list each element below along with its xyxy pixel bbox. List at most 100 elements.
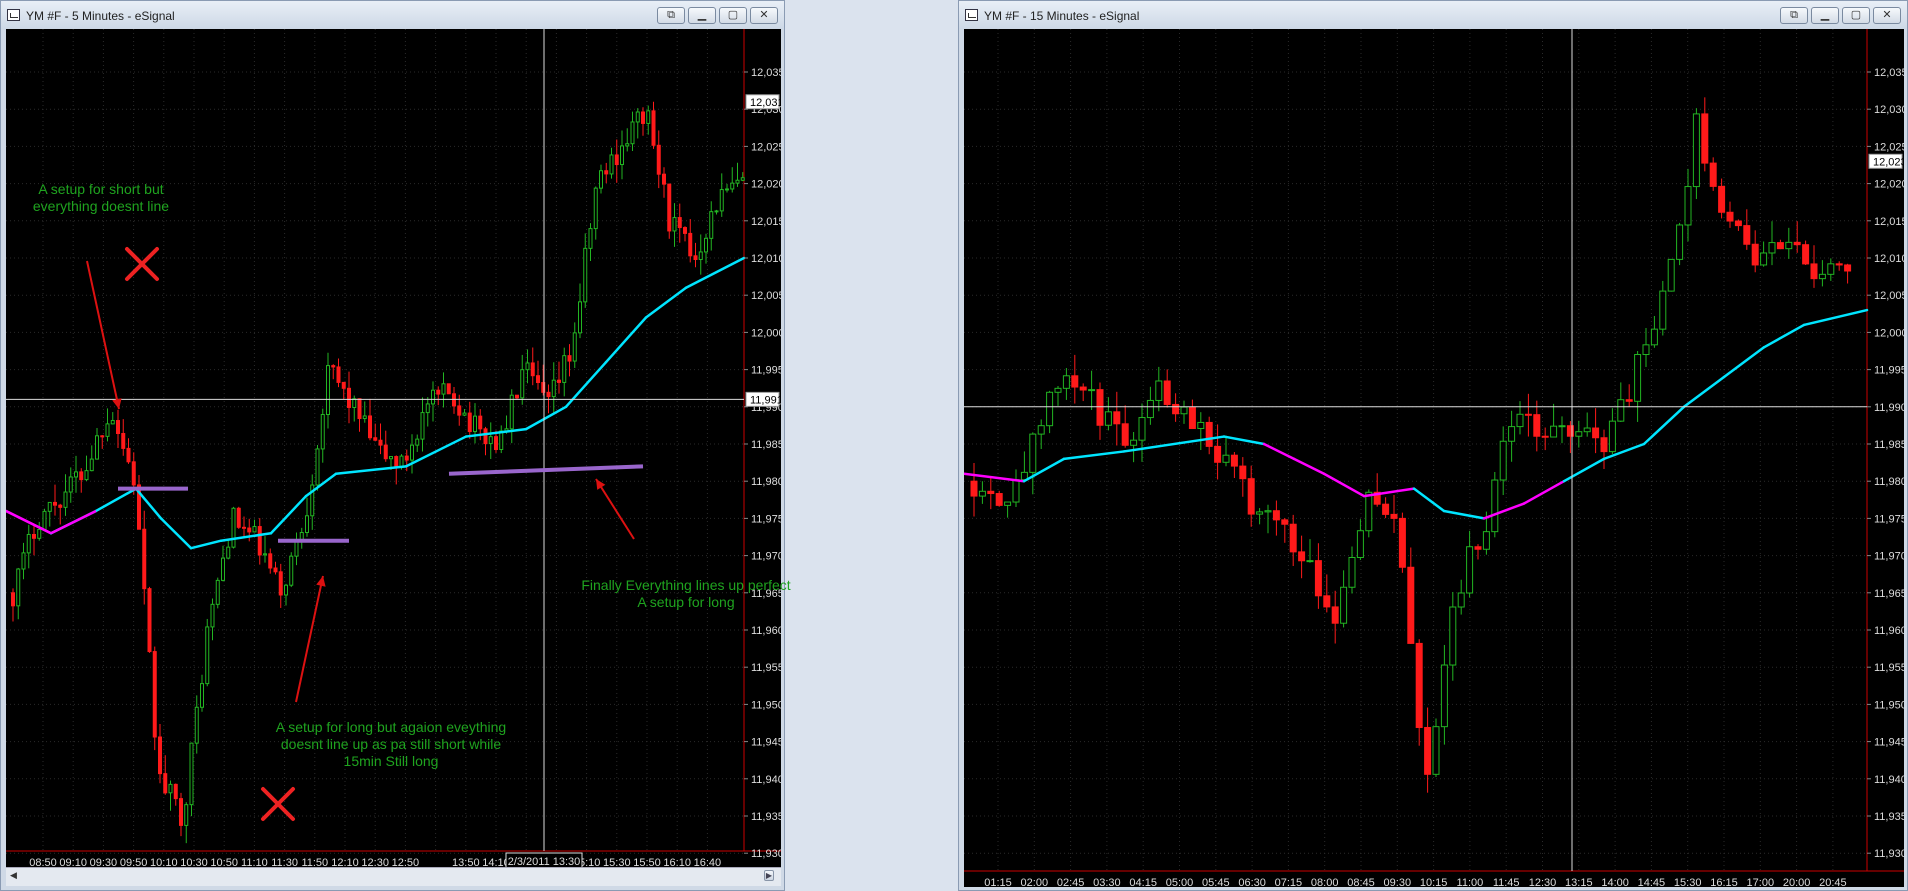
candle-up xyxy=(47,501,52,512)
candle-up xyxy=(1634,354,1642,402)
price-label: 11,960 xyxy=(1874,625,1904,637)
price-label: 11,950 xyxy=(1874,699,1904,711)
candle-up xyxy=(89,458,94,472)
moving-average-segment xyxy=(524,405,568,431)
candle-down xyxy=(1230,454,1238,467)
candle-up xyxy=(441,383,446,395)
moving-average-segment xyxy=(604,316,648,364)
candle-up xyxy=(1499,440,1507,481)
candle-down xyxy=(1331,606,1339,624)
candle-up xyxy=(95,435,99,460)
candle-down xyxy=(1281,519,1289,525)
candle-down xyxy=(970,480,978,497)
candle-down xyxy=(257,526,262,556)
chart-window-5min[interactable]: YM #F - 5 Minutes - eSignal ⧉ ▁ ▢ ✕ 12,0… xyxy=(0,0,791,891)
arrow-head-icon xyxy=(112,398,122,409)
price-chart-15min[interactable]: 12,035 12,030 12,025 12,020 12,015 12,010 12,0… xyxy=(964,29,1904,887)
candle-down xyxy=(1751,243,1759,266)
candle-down xyxy=(1272,510,1280,521)
candle-up xyxy=(1340,586,1348,624)
candle-up xyxy=(63,491,68,508)
moving-average-segment xyxy=(334,465,408,476)
price-label: 12,035 xyxy=(751,67,781,79)
candle-down xyxy=(667,183,672,232)
candle-up xyxy=(725,188,729,191)
candle-up xyxy=(1617,399,1625,422)
scroll-left-icon[interactable]: ◀ xyxy=(10,870,17,881)
chart-window-15min[interactable]: YM #F - 15 Minutes - eSignal ⧉ ▁ ▢ ✕ 12,… xyxy=(958,0,1908,891)
time-label: 13:15 xyxy=(1565,877,1593,887)
candle-up xyxy=(410,444,414,461)
candle-up xyxy=(252,526,257,533)
close-icon[interactable]: ✕ xyxy=(750,7,778,24)
candle-up xyxy=(1608,420,1616,453)
candle-up xyxy=(1012,479,1020,503)
candle-up xyxy=(110,420,115,425)
restore-icon[interactable]: ⧉ xyxy=(657,7,685,24)
candle-down xyxy=(347,387,351,408)
minimize-icon[interactable]: ▁ xyxy=(1811,7,1839,24)
price-label: 11,965 xyxy=(1874,588,1904,600)
candle-down xyxy=(1188,406,1196,429)
horizontal-scrollbar[interactable]: ◀ ▶ xyxy=(6,867,781,886)
moving-average-segment xyxy=(1562,457,1606,483)
candle-up xyxy=(1508,426,1516,442)
candle-up xyxy=(210,603,215,628)
time-label: 10:50 xyxy=(210,857,238,867)
candle-down xyxy=(1810,263,1818,280)
candle-up xyxy=(625,143,630,147)
candle-up xyxy=(320,413,325,450)
moving-average-segment xyxy=(94,487,138,513)
candle-up xyxy=(1180,406,1188,415)
candle-down xyxy=(404,455,409,461)
maximize-icon[interactable]: ▢ xyxy=(1842,7,1870,24)
minimize-icon[interactable]: ▁ xyxy=(688,7,716,24)
close-icon[interactable]: ✕ xyxy=(1873,7,1901,24)
time-label: 11:30 xyxy=(271,857,298,867)
scroll-right-icon[interactable]: ▶ xyxy=(764,870,774,881)
candle-down xyxy=(1776,242,1784,250)
candle-down xyxy=(163,773,168,794)
candle-down xyxy=(179,798,183,826)
candle-up xyxy=(1642,344,1650,356)
candle-down xyxy=(1382,503,1390,515)
candle-up xyxy=(1222,454,1230,463)
candle-down xyxy=(546,391,551,398)
time-label: 09:30 xyxy=(90,857,118,867)
candle-up xyxy=(1760,252,1768,266)
moving-average-segment xyxy=(684,256,746,290)
price-chart-5min[interactable]: 12,03512,03012,02512,02012,01512,01012,0… xyxy=(6,29,791,867)
annotation-perfect-setup: Finally Everything lines up perfect A se… xyxy=(546,577,826,611)
candle-down xyxy=(1239,465,1247,480)
candle-down xyxy=(1726,211,1734,222)
title-bar[interactable]: YM #F - 15 Minutes - eSignal ⧉ ▁ ▢ ✕ xyxy=(959,1,1907,29)
candle-down xyxy=(1743,225,1751,245)
price-label: 12,025 xyxy=(1874,141,1904,153)
price-label: 11,990 xyxy=(1874,402,1904,414)
candle-down xyxy=(1398,517,1406,568)
title-bar[interactable]: YM #F - 5 Minutes - eSignal ⧉ ▁ ▢ ✕ xyxy=(1,1,784,29)
candle-up xyxy=(620,145,624,166)
candle-down xyxy=(1592,427,1600,439)
moving-average-segment xyxy=(1412,487,1446,513)
candle-up xyxy=(1491,479,1499,533)
maximize-icon[interactable]: ▢ xyxy=(719,7,747,24)
candle-down xyxy=(1172,403,1180,415)
time-label: 05:00 xyxy=(1166,877,1194,887)
candle-up xyxy=(1768,242,1776,254)
price-label: 11,995 xyxy=(1874,365,1904,377)
restore-icon[interactable]: ⧉ xyxy=(1780,7,1808,24)
time-label: 03:30 xyxy=(1093,877,1121,887)
candle-up xyxy=(1550,425,1558,438)
candle-up xyxy=(21,552,26,570)
time-label: 09:10 xyxy=(59,857,87,867)
candle-down xyxy=(1079,386,1087,391)
candle-down xyxy=(651,110,656,146)
moving-average-segment xyxy=(644,286,688,319)
price-label: 11,980 xyxy=(1874,476,1904,488)
candle-up xyxy=(698,251,703,260)
time-label: 10:30 xyxy=(180,857,208,867)
price-label: 11,950 xyxy=(751,699,781,711)
annotation-arrow xyxy=(295,575,324,703)
candle-up xyxy=(263,553,267,556)
